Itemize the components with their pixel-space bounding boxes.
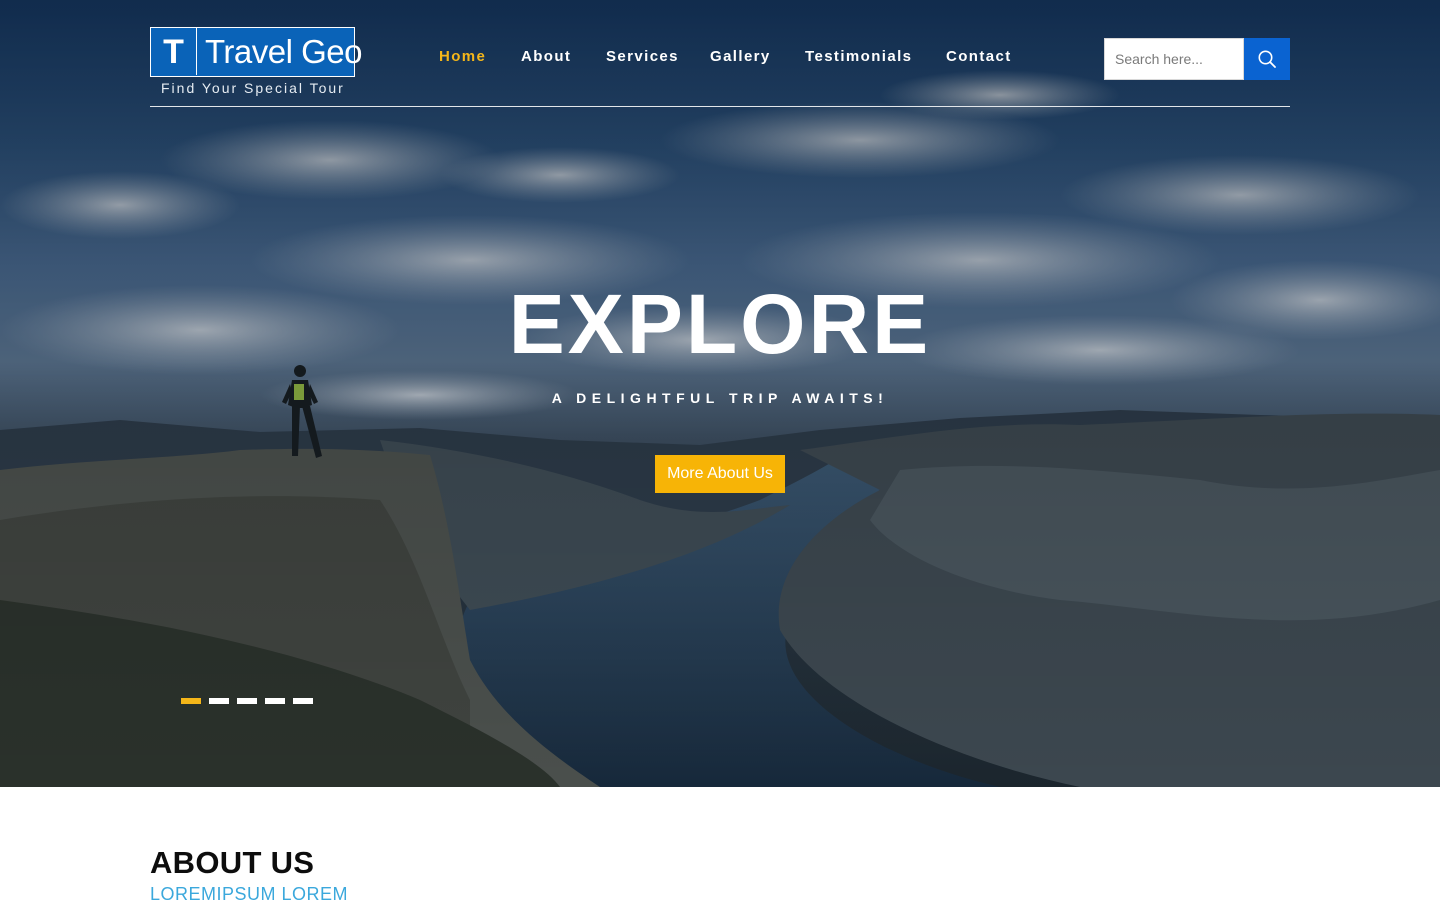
slider-dot-1[interactable] [181,698,201,704]
brand-logo[interactable]: T Travel Geo [150,27,363,77]
hero-subtitle: A DELIGHTFUL TRIP AWAITS! [551,390,889,406]
search-input[interactable] [1104,38,1244,80]
logo-letter: T [151,28,197,75]
slider-dot-4[interactable] [265,698,285,704]
brand-tagline: Find Your Special Tour [161,80,345,96]
slider-dot-5[interactable] [293,698,313,704]
about-subtitle: LOREMIPSUM LOREM [150,884,349,900]
header-divider [150,106,1290,107]
slider-dot-3[interactable] [237,698,257,704]
nav-item-services[interactable]: Services [606,48,679,65]
search-button[interactable] [1244,38,1290,80]
nav-item-about[interactable]: About [521,48,571,65]
hero-slider: T Travel Geo Find Your Special Tour Home… [0,0,1440,787]
nav-item-contact[interactable]: Contact [946,48,1012,65]
nav-item-testimonials[interactable]: Testimonials [805,48,912,65]
search-icon [1258,50,1276,68]
hero-title: EXPLORE [508,277,932,371]
brand-name: Travel Geo [205,33,363,70]
nav-item-home[interactable]: Home [439,48,486,65]
slider-dot-2[interactable] [209,698,229,704]
more-about-us-button[interactable]: More About Us [655,455,785,493]
about-title: ABOUT US [150,845,315,880]
nav-item-gallery[interactable]: Gallery [710,48,771,65]
